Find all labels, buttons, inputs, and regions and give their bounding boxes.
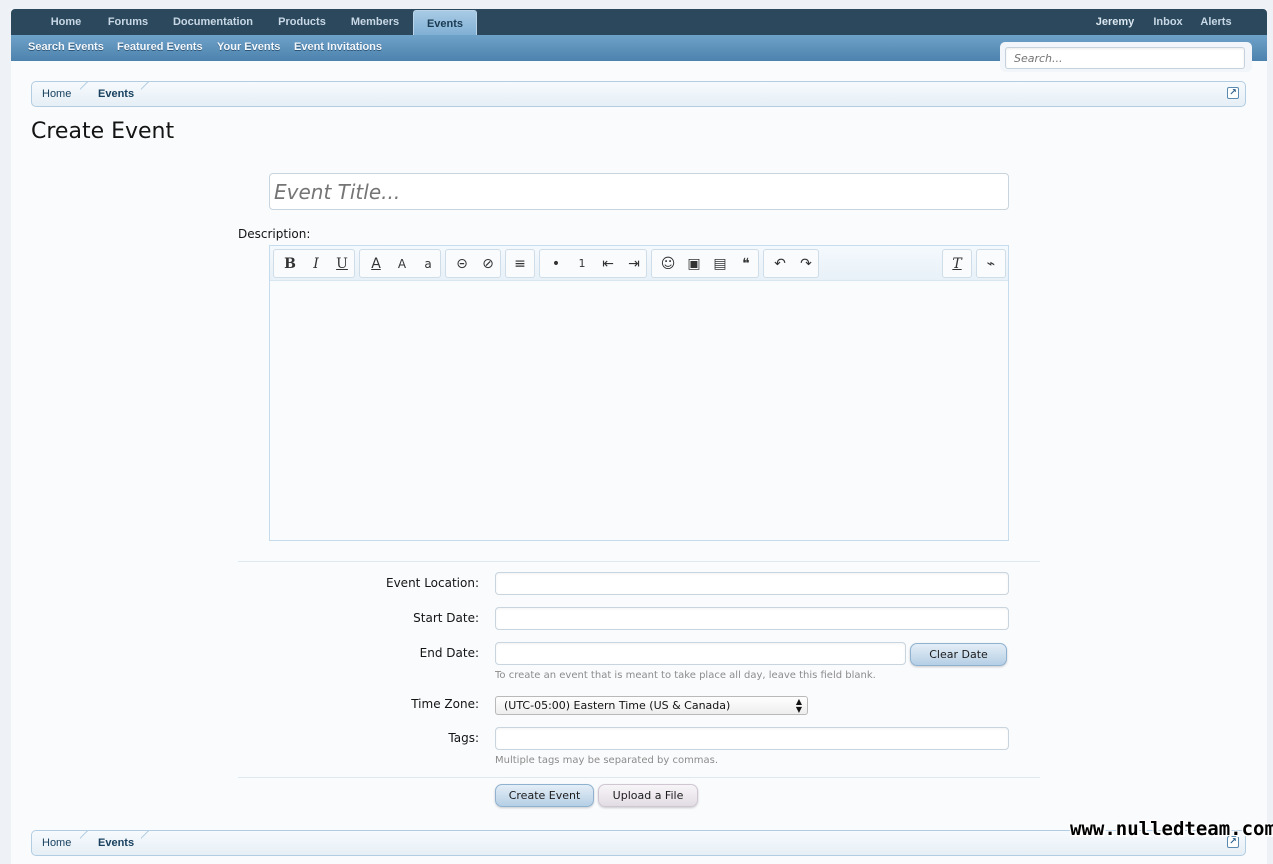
start-date-input[interactable]	[495, 607, 1009, 630]
numbered-list-icon[interactable]: 1	[571, 253, 593, 275]
nav-tab-documentation[interactable]: Documentation	[167, 9, 259, 35]
breadcrumb-separator	[141, 830, 155, 856]
smiley-icon[interactable]: ☺	[657, 253, 679, 275]
unlink-icon[interactable]: ⊘	[477, 253, 499, 275]
description-editor-area[interactable]	[270, 282, 1008, 540]
select-arrows-icon: ▲ ▼	[795, 697, 802, 714]
toolbar-group-insert: ☺ ▣ ▤ ❝	[651, 249, 759, 278]
breadcrumb-bottom: Home Events ↗	[31, 830, 1246, 856]
bold-icon[interactable]: B	[279, 253, 301, 275]
toolbar-group-lists: • 1 ⇤ ⇥	[539, 249, 647, 278]
underline-icon[interactable]: U	[331, 253, 353, 275]
tags-label: Tags:	[448, 731, 479, 745]
nav-tab-home[interactable]: Home	[39, 9, 93, 35]
toolbar-group-link: ⊝ ⊘	[445, 249, 501, 278]
event-location-label: Event Location:	[386, 576, 479, 590]
subnav-event-invitations[interactable]: Event Invitations	[294, 35, 382, 61]
image-icon[interactable]: ▣	[683, 253, 705, 275]
breadcrumb-separator	[80, 81, 94, 107]
toolbar-group-text: B I U	[273, 249, 355, 278]
breadcrumb-events[interactable]: Events	[98, 82, 134, 106]
nav-tab-members[interactable]: Members	[344, 9, 406, 35]
rich-text-editor: B I U A A a ⊝ ⊘ ≡ • 1 ⇤ ⇥ ☺ ▣ ▤ ❝ ↶ ↷ T …	[269, 245, 1009, 541]
nav-tab-forums[interactable]: Forums	[99, 9, 157, 35]
nav-tab-products[interactable]: Products	[271, 9, 333, 35]
nav-alerts[interactable]: Alerts	[1195, 9, 1237, 35]
toolbar-group-font: A A a	[359, 249, 441, 278]
breadcrumb: Home Events ↗	[31, 81, 1246, 107]
source-mode-icon[interactable]: ⌁	[980, 253, 1002, 275]
event-title-input[interactable]	[269, 173, 1009, 210]
time-zone-label: Time Zone:	[411, 697, 479, 711]
breadcrumb-home[interactable]: Home	[42, 82, 71, 106]
clear-date-button[interactable]: Clear Date	[910, 643, 1007, 666]
toolbar-group-history: ↶ ↷	[763, 249, 819, 278]
link-icon[interactable]: ⊝	[451, 253, 473, 275]
nav-tab-events[interactable]: Events	[413, 10, 477, 36]
form-divider	[238, 777, 1040, 778]
nav-inbox[interactable]: Inbox	[1147, 9, 1189, 35]
outdent-icon[interactable]: ⇤	[597, 253, 619, 275]
editor-toolbar: B I U A A a ⊝ ⊘ ≡ • 1 ⇤ ⇥ ☺ ▣ ▤ ❝ ↶ ↷ T …	[270, 246, 1008, 281]
italic-icon[interactable]: I	[305, 253, 327, 275]
tags-input[interactable]	[495, 727, 1009, 750]
end-date-label: End Date:	[419, 646, 479, 660]
breadcrumb-home[interactable]: Home	[42, 831, 71, 855]
nav-user-jeremy[interactable]: Jeremy	[1089, 9, 1141, 35]
font-size-icon[interactable]: A	[391, 253, 413, 275]
breadcrumb-events[interactable]: Events	[98, 831, 134, 855]
subnav-featured-events[interactable]: Featured Events	[117, 35, 203, 61]
tags-hint: Multiple tags may be separated by commas…	[495, 755, 719, 766]
time-zone-select[interactable]: (UTC-05:00) Eastern Time (US & Canada) ▲…	[495, 696, 808, 715]
subnav-search-events[interactable]: Search Events	[28, 35, 104, 61]
redo-icon[interactable]: ↷	[795, 253, 817, 275]
breadcrumb-separator	[80, 830, 94, 856]
page-wrapper: Home Forums Documentation Products Membe…	[11, 9, 1267, 864]
page-title: Create Event	[31, 119, 175, 144]
watermark: www.nulledteam.com	[1070, 818, 1273, 840]
toolbar-group-source: ⌁	[976, 249, 1006, 278]
media-icon[interactable]: ▤	[709, 253, 731, 275]
external-link-icon[interactable]: ↗	[1227, 87, 1239, 99]
toolbar-group-format: T	[942, 249, 972, 278]
form-divider	[238, 561, 1040, 562]
undo-icon[interactable]: ↶	[769, 253, 791, 275]
bullet-list-icon[interactable]: •	[545, 253, 567, 275]
top-navigation: Home Forums Documentation Products Membe…	[11, 9, 1267, 36]
upload-file-button[interactable]: Upload a File	[598, 784, 698, 807]
quote-icon[interactable]: ❝	[735, 253, 757, 275]
toolbar-group-align: ≡	[505, 249, 535, 278]
text-color-icon[interactable]: A	[365, 253, 387, 275]
time-zone-value: (UTC-05:00) Eastern Time (US & Canada)	[504, 699, 731, 712]
font-family-icon[interactable]: a	[417, 253, 439, 275]
search-input[interactable]	[1005, 47, 1245, 69]
end-date-input[interactable]	[495, 642, 906, 665]
remove-format-icon[interactable]: T	[946, 253, 968, 275]
event-location-input[interactable]	[495, 572, 1009, 595]
breadcrumb-separator	[141, 81, 155, 107]
end-date-hint: To create an event that is meant to take…	[495, 670, 876, 681]
create-event-button[interactable]: Create Event	[495, 784, 594, 807]
start-date-label: Start Date:	[413, 611, 479, 625]
description-label: Description:	[238, 227, 311, 241]
subnav-your-events[interactable]: Your Events	[217, 35, 280, 61]
indent-icon[interactable]: ⇥	[623, 253, 645, 275]
align-left-icon[interactable]: ≡	[509, 253, 531, 275]
